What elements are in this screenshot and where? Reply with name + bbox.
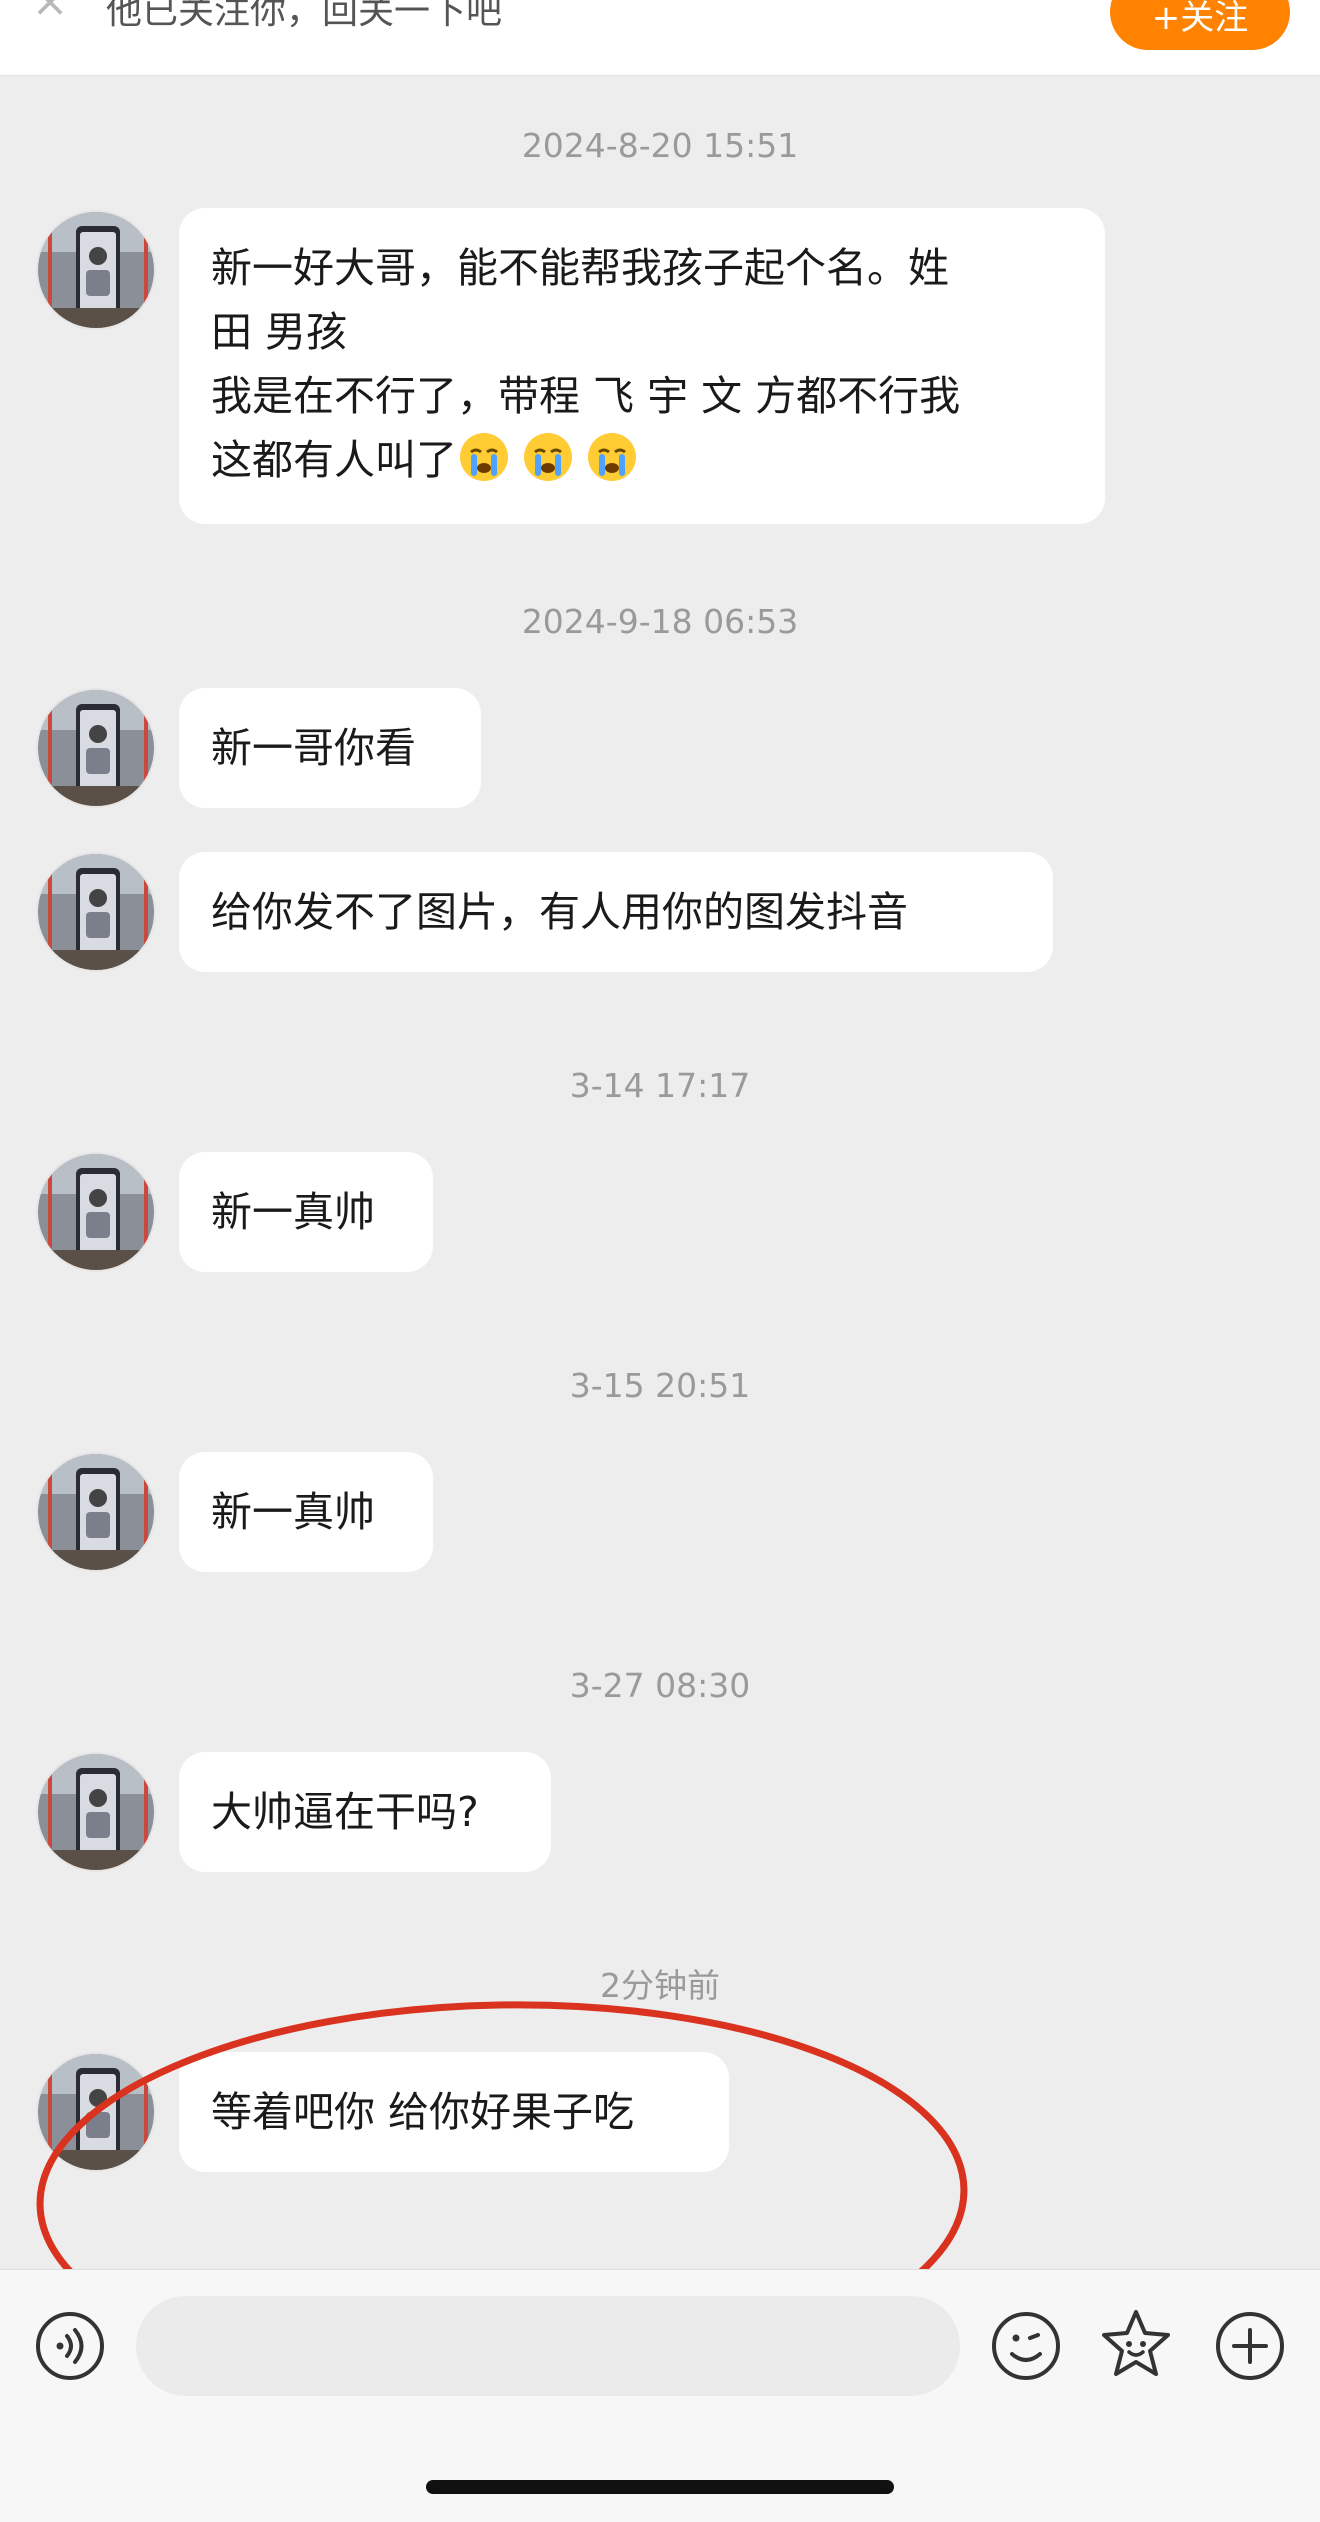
message-text-line: 大帅逼在干吗? — [211, 1788, 479, 1836]
avatar[interactable] — [36, 2052, 156, 2172]
avatar-image — [38, 1754, 154, 1870]
message-text-line: 给你发不了图片，有人用你的图发抖音 — [211, 888, 908, 936]
crying-face-icon — [460, 433, 508, 481]
avatar[interactable] — [36, 852, 156, 972]
close-icon[interactable]: × — [30, 0, 70, 24]
plus-icon[interactable] — [1214, 2310, 1286, 2382]
message-bubble[interactable]: 给你发不了图片，有人用你的图发抖音 — [179, 852, 1053, 972]
avatar-image — [38, 854, 154, 970]
home-indicator — [426, 2480, 894, 2494]
message-text-line: 等着吧你 给你好果子吃 — [211, 2088, 635, 2136]
follow-button[interactable]: +关注 — [1110, 0, 1290, 50]
avatar-image — [38, 212, 154, 328]
avatar[interactable] — [36, 1152, 156, 1272]
message-text-line: 田 男孩 — [211, 308, 348, 356]
avatar[interactable] — [36, 1452, 156, 1572]
message-bubble[interactable]: 新一真帅 — [179, 1452, 433, 1572]
message-bubble[interactable]: 新一哥你看 — [179, 688, 481, 808]
avatar[interactable] — [36, 688, 156, 808]
sticker-icon[interactable] — [1098, 2306, 1174, 2382]
message-text-line: 这都有人叫了 — [211, 428, 1073, 492]
message-text-line: 新一好大哥，能不能帮我孩子起个名。姓 — [211, 244, 949, 292]
emoji-icon[interactable] — [990, 2310, 1062, 2382]
message-text-line: 新一真帅 — [211, 1188, 375, 1236]
message-bubble[interactable]: 等着吧你 给你好果子吃 — [179, 2052, 729, 2172]
voice-icon[interactable] — [34, 2310, 106, 2382]
message-bubble[interactable]: 大帅逼在干吗? — [179, 1752, 551, 1872]
message-timestamp: 3-15 20:51 — [569, 1366, 751, 1405]
follow-back-prompt: 他已关注你，回关一下吧 — [106, 0, 503, 32]
crying-face-icon — [524, 433, 572, 481]
message-input-bar — [0, 2269, 1320, 2522]
avatar-image — [38, 1154, 154, 1270]
message-bubble[interactable]: 新一好大哥，能不能帮我孩子起个名。姓 田 男孩 我是在不行了，带程 飞 宇 文 … — [179, 208, 1105, 524]
message-timestamp: 2分钟前 — [600, 1966, 720, 2005]
avatar-image — [38, 690, 154, 806]
message-input[interactable] — [136, 2296, 960, 2396]
avatar[interactable] — [36, 1752, 156, 1872]
follow-back-banner: × 他已关注你，回关一下吧 +关注 — [0, 0, 1320, 76]
avatar-image — [38, 2054, 154, 2170]
message-bubble[interactable]: 新一真帅 — [179, 1152, 433, 1272]
message-text-line: 新一哥你看 — [211, 724, 416, 772]
message-text-line: 我是在不行了，带程 飞 宇 文 方都不行我 — [211, 372, 961, 420]
chat-screen: × 他已关注你，回关一下吧 +关注 2024-8-20 15:51 新一好大哥，… — [0, 0, 1320, 2522]
avatar[interactable] — [36, 210, 156, 330]
crying-face-icon — [588, 433, 636, 481]
message-timestamp: 2024-8-20 15:51 — [521, 126, 799, 165]
message-timestamp: 3-14 17:17 — [569, 1066, 751, 1105]
avatar-image — [38, 1454, 154, 1570]
message-timestamp: 2024-9-18 06:53 — [521, 602, 799, 641]
message-text-line: 新一真帅 — [211, 1488, 375, 1536]
message-timestamp: 3-27 08:30 — [569, 1666, 751, 1705]
message-list[interactable]: 2024-8-20 15:51 新一好大哥，能不能帮我孩子起个名。姓 田 男孩 … — [0, 76, 1320, 2393]
